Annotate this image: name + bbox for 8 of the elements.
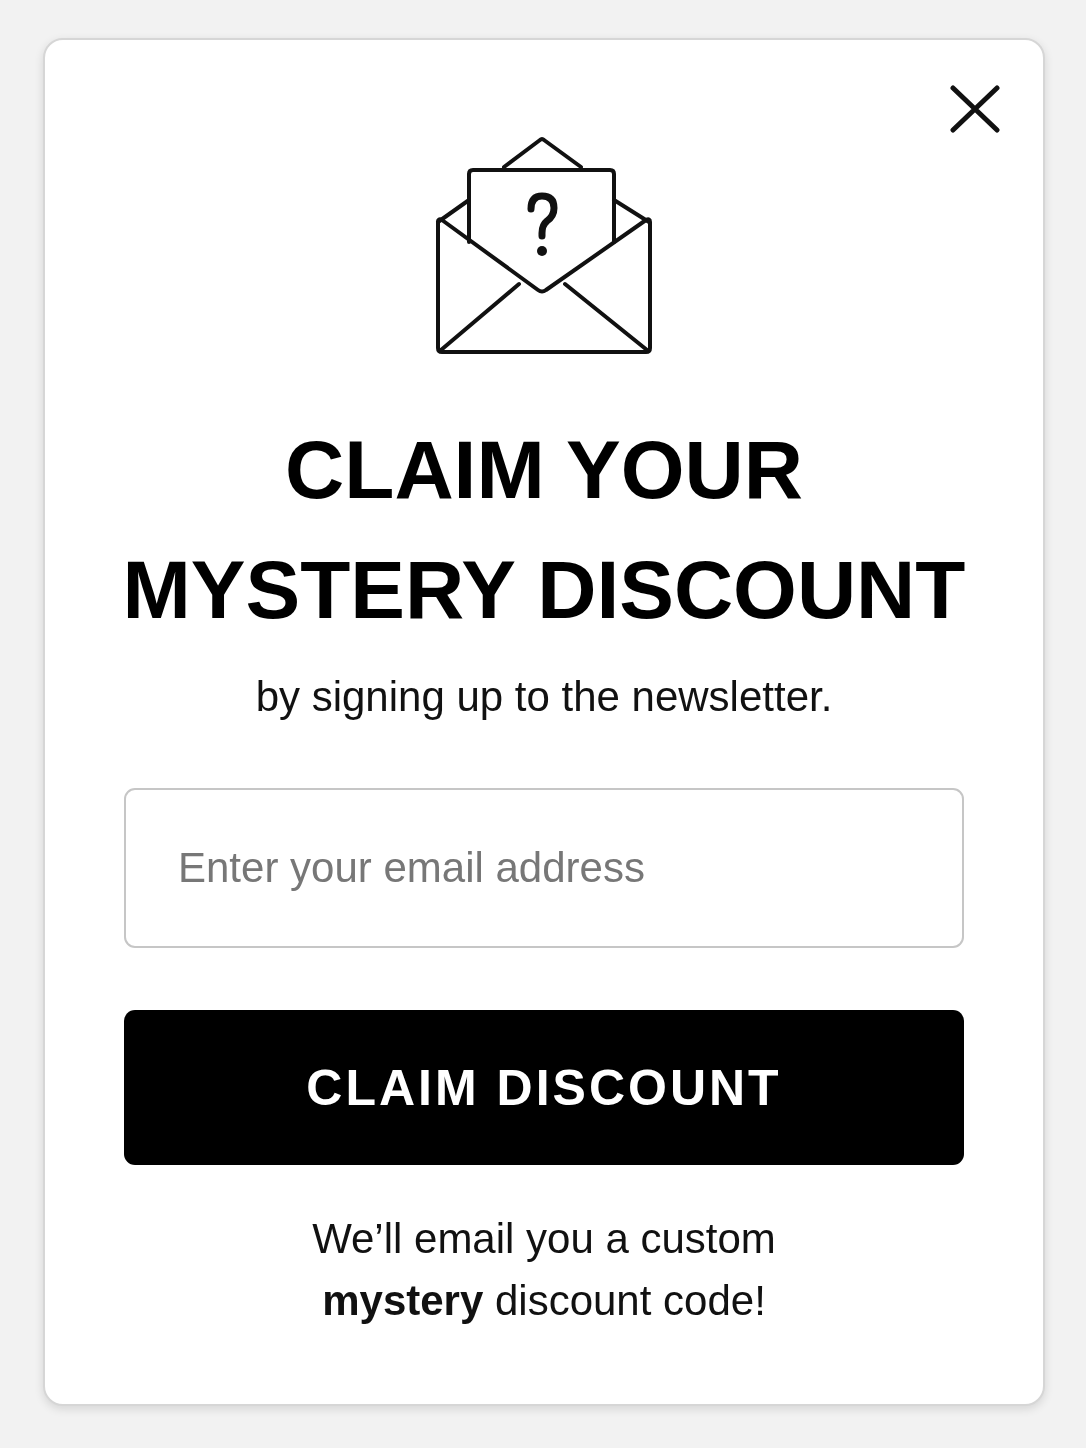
email-input-field[interactable]: Enter your email address bbox=[124, 788, 964, 948]
discount-note: We’ll email you a custom mystery discount code! bbox=[311, 1214, 777, 1326]
claim-discount-button[interactable]: CLAIM DISCOUNT bbox=[124, 1010, 964, 1165]
envelope-question-icon bbox=[435, 136, 653, 356]
popup-title: CLAIM YOUR MYSTERY DISCOUNT bbox=[121, 423, 967, 637]
popup-subtitle: by signing up to the newsletter. bbox=[255, 672, 833, 722]
close-button[interactable] bbox=[950, 85, 1000, 133]
close-icon bbox=[950, 85, 1000, 133]
